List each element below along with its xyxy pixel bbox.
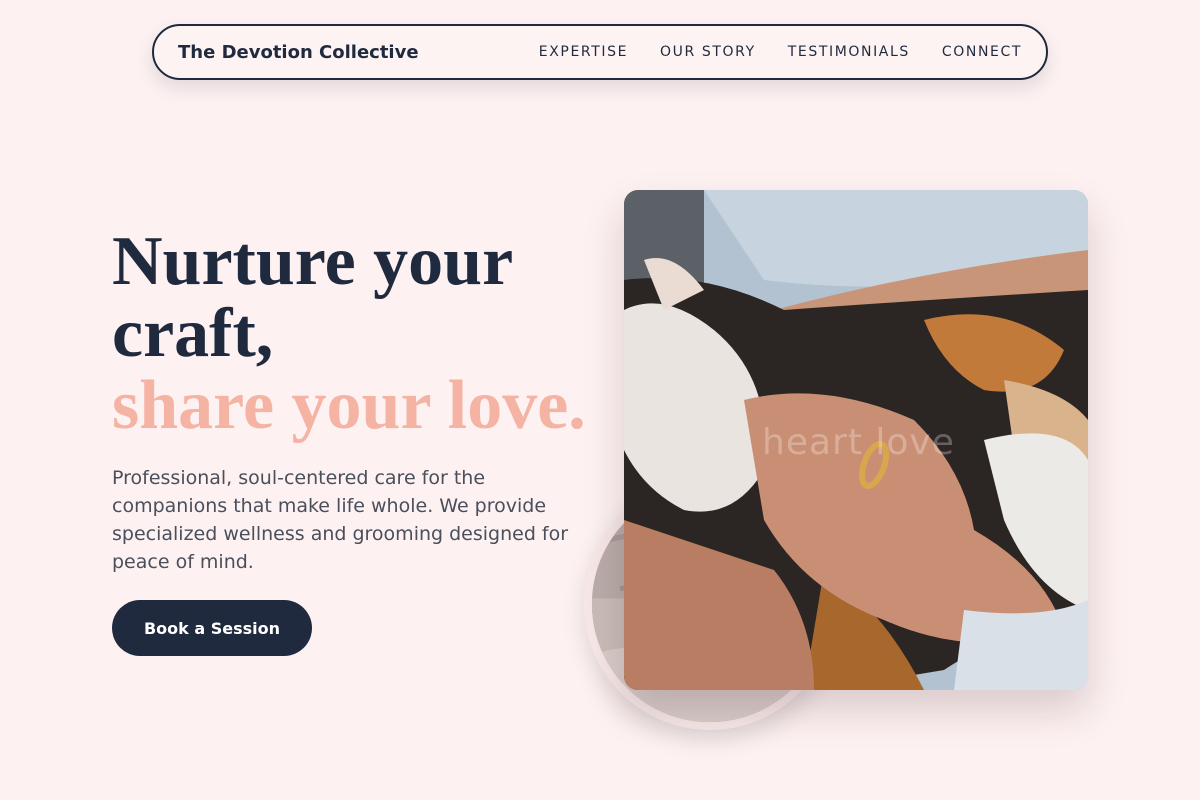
headline-accent: share your love. [112, 367, 586, 444]
nav-link-connect[interactable]: CONNECT [942, 44, 1022, 60]
hero-headline: Nurture your craft, share your love. [112, 226, 612, 442]
hero-cat-photo: heart love [624, 190, 1088, 690]
nav-link-testimonials[interactable]: TESTIMONIALS [788, 44, 910, 60]
photo-watermark: heart love [762, 422, 955, 463]
headline-line-1: Nurture your [112, 223, 514, 300]
book-session-button[interactable]: Book a Session [112, 600, 312, 656]
brand-logo[interactable]: The Devotion Collective [178, 42, 419, 63]
headline-line-2: craft, [112, 295, 274, 372]
top-navigation: The Devotion Collective EXPERTISE OUR ST… [152, 24, 1048, 80]
nav-link-expertise[interactable]: EXPERTISE [539, 44, 628, 60]
nav-link-our-story[interactable]: OUR STORY [660, 44, 756, 60]
nav-links: EXPERTISE OUR STORY TESTIMONIALS CONNECT [539, 44, 1022, 60]
hero-description: Professional, soul-centered care for the… [112, 467, 569, 573]
